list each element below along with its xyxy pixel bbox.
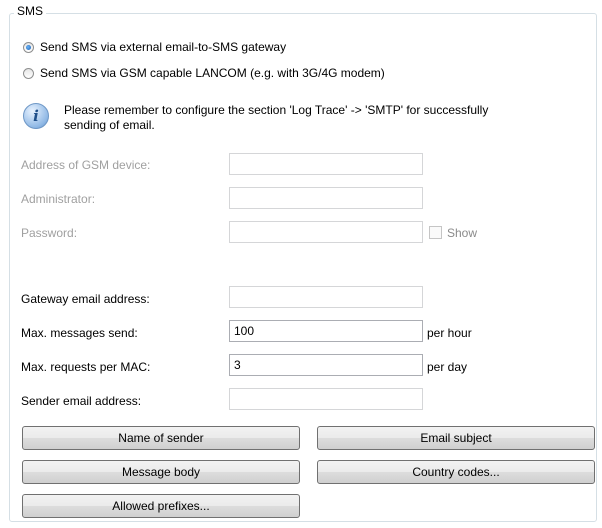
info-text-line2: sending of email. [64, 118, 155, 132]
sender-email-input[interactable] [229, 388, 423, 410]
country-codes-button[interactable]: Country codes... [317, 460, 595, 484]
max-messages-unit: per hour [427, 326, 472, 340]
email-subject-button[interactable]: Email subject [317, 426, 595, 450]
info-icon: i [23, 103, 49, 129]
radio-gsm-lancom-option[interactable]: Send SMS via GSM capable LANCOM (e.g. wi… [23, 66, 385, 80]
name-of-sender-button[interactable]: Name of sender [22, 426, 300, 450]
radio-gsm-lancom[interactable] [23, 67, 34, 79]
password-input[interactable] [229, 221, 423, 243]
max-messages-input[interactable]: 100 [229, 320, 423, 342]
message-body-button[interactable]: Message body [22, 460, 300, 484]
radio-email-gateway-label[interactable]: Send SMS via external email-to-SMS gatew… [40, 40, 286, 54]
allowed-prefixes-button[interactable]: Allowed prefixes... [22, 494, 300, 518]
gsm-address-input[interactable] [229, 153, 423, 175]
radio-email-gateway-option[interactable]: Send SMS via external email-to-SMS gatew… [23, 40, 286, 54]
gateway-email-input[interactable] [229, 286, 423, 308]
gateway-email-label: Gateway email address: [21, 292, 150, 306]
administrator-input[interactable] [229, 187, 423, 209]
max-requests-input[interactable]: 3 [229, 354, 423, 376]
info-text: Please remember to configure the section… [64, 103, 488, 133]
radio-email-gateway[interactable] [23, 41, 34, 53]
password-label: Password: [21, 226, 78, 240]
info-notice: i [23, 103, 49, 129]
max-requests-unit: per day [427, 360, 468, 374]
gsm-address-label: Address of GSM device: [21, 158, 151, 172]
max-messages-label: Max. messages send: [21, 326, 138, 340]
info-text-line1: Please remember to configure the section… [64, 103, 489, 117]
administrator-label: Administrator: [21, 192, 96, 206]
show-password-checkbox[interactable] [429, 226, 442, 239]
sms-group-title: SMS [14, 4, 47, 18]
show-password-label[interactable]: Show [447, 226, 477, 240]
sender-email-label: Sender email address: [21, 394, 142, 408]
max-requests-label: Max. requests per MAC: [21, 360, 151, 374]
radio-gsm-lancom-label[interactable]: Send SMS via GSM capable LANCOM (e.g. wi… [40, 66, 385, 80]
